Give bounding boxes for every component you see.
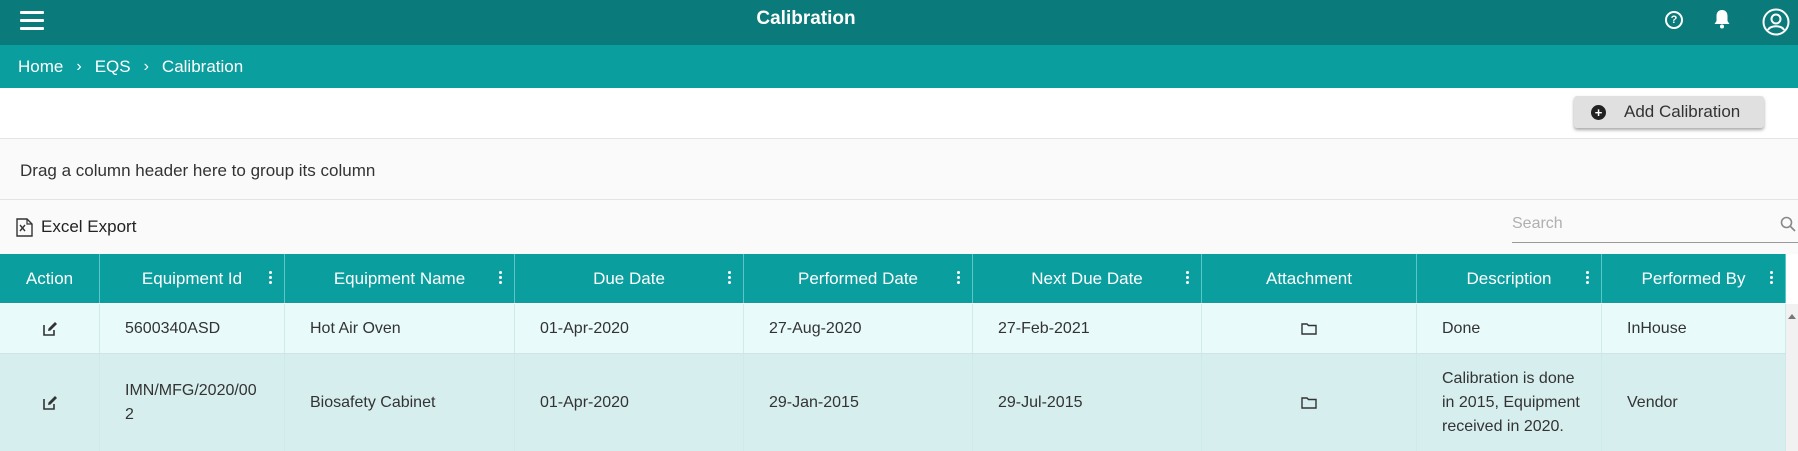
- column-header-description[interactable]: Description: [1417, 254, 1602, 303]
- column-header-label: Equipment Name: [333, 268, 466, 288]
- column-header-label: Due Date: [593, 268, 665, 288]
- performed-date-cell: 27-Aug-2020: [744, 304, 973, 353]
- group-hint: Drag a column header here to group its c…: [20, 161, 376, 180]
- excel-export-label: Excel Export: [41, 217, 137, 236]
- next-due-date-cell: 29-Jul-2015: [973, 354, 1202, 451]
- chevron-right-icon: ›: [76, 57, 82, 75]
- group-drop-area[interactable]: Drag a column header here to group its c…: [0, 138, 1798, 200]
- breadcrumb: Home › EQS › Calibration: [18, 45, 243, 88]
- column-menu-icon[interactable]: [728, 271, 732, 285]
- column-header-label: Attachment: [1266, 268, 1352, 288]
- chevron-right-icon: ›: [143, 57, 149, 75]
- plus-circle-icon: +: [1591, 104, 1606, 120]
- column-menu-icon[interactable]: [1186, 271, 1190, 285]
- search-icon[interactable]: [1780, 216, 1796, 232]
- column-header-label: Action: [25, 268, 74, 288]
- column-header-due-date[interactable]: Due Date: [515, 254, 744, 303]
- app-header: Calibration ?: [0, 0, 1798, 45]
- search-box: [1512, 209, 1798, 243]
- description-cell: Done: [1417, 304, 1602, 353]
- action-cell: [0, 304, 100, 353]
- help-icon[interactable]: ?: [1665, 11, 1683, 29]
- breadcrumb-bar: Home › EQS › Calibration: [0, 45, 1798, 88]
- performed-by-cell: Vendor: [1602, 354, 1786, 451]
- column-header-next-due-date[interactable]: Next Due Date: [973, 254, 1202, 303]
- add-calibration-label: Add Calibration: [1624, 102, 1741, 121]
- performed-by-cell: InHouse: [1602, 304, 1786, 353]
- edit-icon[interactable]: [42, 395, 58, 411]
- search-input[interactable]: [1512, 209, 1762, 239]
- edit-icon[interactable]: [42, 321, 58, 337]
- column-header-label: Performed By: [1641, 268, 1746, 288]
- folder-icon[interactable]: [1301, 396, 1317, 409]
- folder-icon[interactable]: [1301, 322, 1317, 335]
- breadcrumb-home[interactable]: Home: [18, 57, 63, 77]
- equipment-name-cell: Biosafety Cabinet: [285, 354, 515, 451]
- scroll-up-arrow-icon[interactable]: [1788, 314, 1796, 319]
- performed-date-cell: 29-Jan-2015: [744, 354, 973, 451]
- column-menu-icon[interactable]: [1586, 271, 1590, 285]
- column-menu-icon[interactable]: [957, 271, 961, 285]
- column-menu-icon[interactable]: [1770, 271, 1774, 285]
- column-header-label: Description: [1466, 268, 1552, 288]
- due-date-cell: 01-Apr-2020: [515, 354, 744, 451]
- bell-icon[interactable]: [1713, 9, 1731, 29]
- breadcrumb-eqs[interactable]: EQS: [95, 57, 131, 77]
- column-header-equipment-name[interactable]: Equipment Name: [285, 254, 515, 303]
- add-calibration-button[interactable]: + Add Calibration: [1574, 96, 1764, 128]
- action-cell: [0, 354, 100, 451]
- excel-icon: [16, 217, 33, 237]
- column-header-attachment[interactable]: Attachment: [1202, 254, 1417, 303]
- column-header-label: Next Due Date: [1031, 268, 1143, 288]
- column-header-equipment-id[interactable]: Equipment Id: [100, 254, 285, 303]
- user-icon[interactable]: [1762, 8, 1790, 36]
- equipment-name-cell: Hot Air Oven: [285, 304, 515, 353]
- next-due-date-cell: 27-Feb-2021: [973, 304, 1202, 353]
- vertical-scrollbar[interactable]: [1786, 304, 1798, 451]
- column-menu-icon[interactable]: [269, 271, 273, 285]
- attachment-cell: [1202, 354, 1417, 451]
- column-header-label: Performed Date: [798, 268, 918, 288]
- column-header-action[interactable]: Action: [0, 254, 100, 303]
- equipment-id-cell: 5600340ASD: [100, 304, 285, 353]
- breadcrumb-calibration[interactable]: Calibration: [162, 57, 243, 77]
- due-date-cell: 01-Apr-2020: [515, 304, 744, 353]
- attachment-cell: [1202, 304, 1417, 353]
- column-header-performed-date[interactable]: Performed Date: [744, 254, 973, 303]
- equipment-id-cell: IMN/MFG/2020/002: [100, 354, 285, 451]
- page-title: Calibration: [756, 8, 856, 29]
- excel-export-button[interactable]: Excel Export: [16, 217, 136, 237]
- column-header-label: Equipment Id: [141, 268, 243, 288]
- description-cell: Calibration is done in 2015, Equipment r…: [1417, 354, 1602, 451]
- column-header-performed-by[interactable]: Performed By: [1602, 254, 1786, 303]
- column-menu-icon[interactable]: [499, 271, 503, 285]
